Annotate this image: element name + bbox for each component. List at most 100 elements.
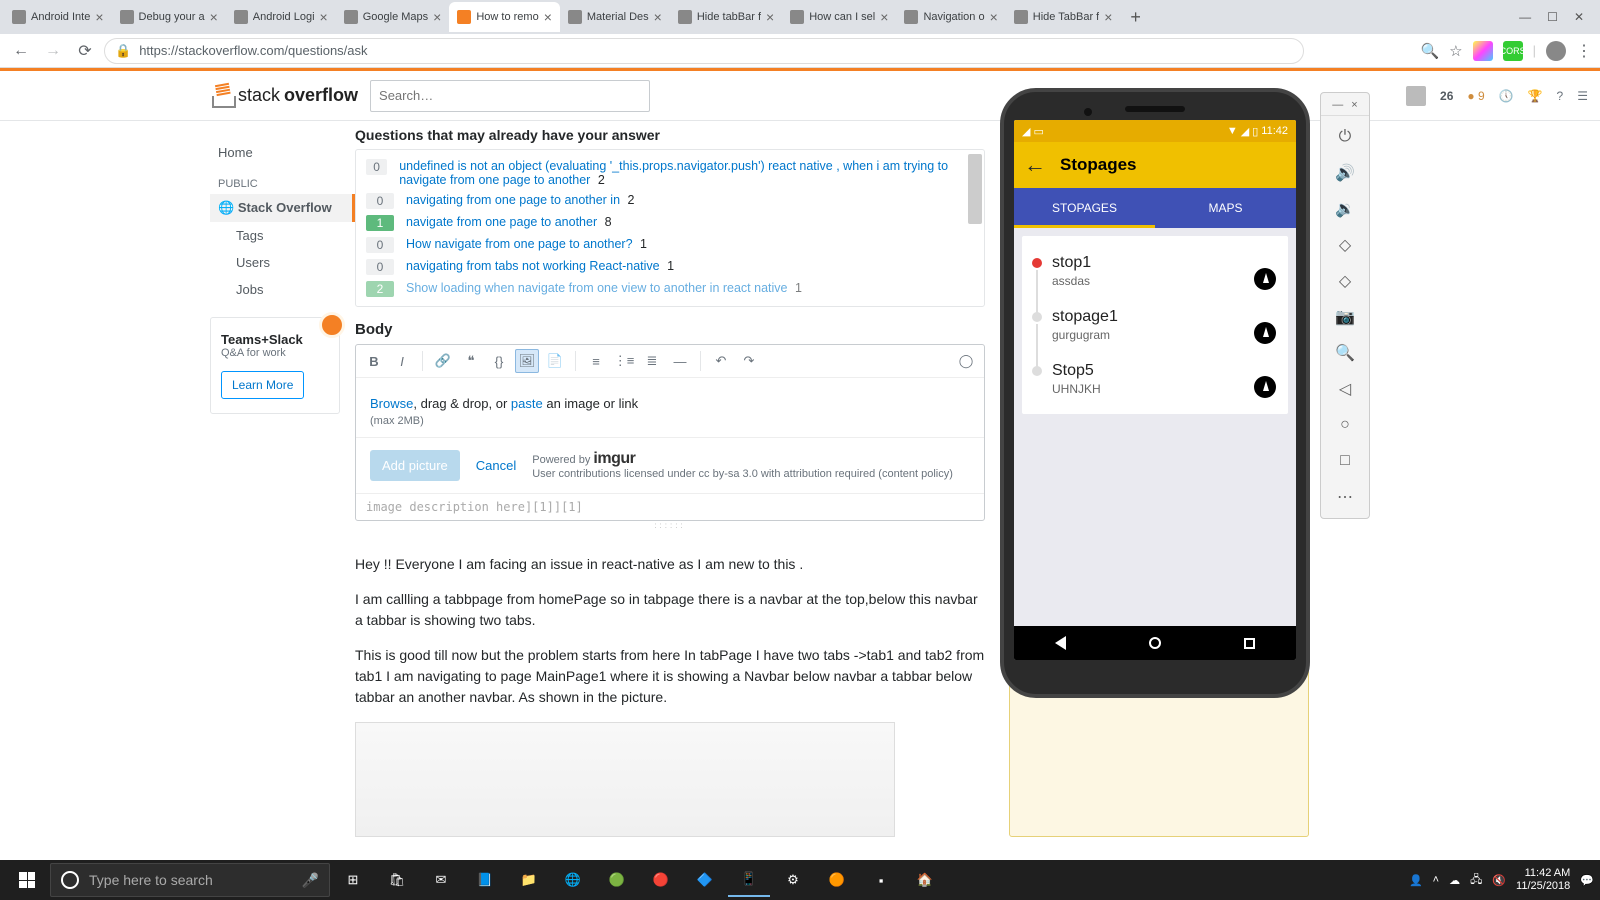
taskbar-app-terminal[interactable]: ▪ (860, 863, 902, 897)
camera-icon[interactable]: 📷 (1330, 302, 1360, 332)
taskbar-app-androidstudio[interactable]: 🟢 (596, 863, 638, 897)
suggestion-item[interactable]: 1navigate from one page to another 8 (356, 212, 984, 234)
suggestion-item[interactable]: 0undefined is not an object (evaluating … (356, 156, 984, 190)
suggestion-link[interactable]: navigating from tabs not working React-n… (406, 259, 660, 273)
taskbar-app-emulator[interactable]: 📱 (728, 863, 770, 897)
maximize-icon[interactable]: ☐ (1547, 10, 1558, 24)
compass-icon[interactable] (1254, 376, 1276, 398)
people-icon[interactable]: 👤 (1409, 874, 1423, 887)
suggestion-item[interactable]: 2Show loading when navigate from one vie… (356, 278, 984, 300)
taskbar-app-settings[interactable]: ⚙ (772, 863, 814, 897)
volume-up-icon[interactable]: 🔊 (1330, 158, 1360, 188)
browser-tab[interactable]: Material Des× (560, 2, 670, 32)
reload-button[interactable]: ⟳ (72, 38, 98, 64)
suggestion-item[interactable]: 0navigating from one page to another in … (356, 190, 984, 212)
compass-icon[interactable] (1254, 322, 1276, 344)
network-icon[interactable]: 🖧 (1470, 871, 1482, 890)
volume-down-icon[interactable]: 🔉 (1330, 194, 1360, 224)
browser-tab[interactable]: Google Maps× (336, 2, 450, 32)
stop-item[interactable]: Stop5 UHNJKH (1022, 352, 1288, 406)
notifications-icon[interactable]: 💬 (1580, 874, 1594, 887)
suggestion-link[interactable]: navigate from one page to another (406, 215, 597, 229)
back-arrow-icon[interactable]: ← (1024, 152, 1046, 178)
close-window-icon[interactable]: ✕ (1574, 10, 1584, 24)
taskbar-search[interactable]: Type here to search🎤 (50, 863, 330, 897)
close-icon[interactable]: × (654, 9, 662, 25)
close-icon[interactable]: × (544, 9, 552, 25)
taskbar-clock[interactable]: 11:42 AM 11/25/2018 (1516, 867, 1570, 893)
close-icon[interactable]: × (1104, 9, 1112, 25)
paste-link[interactable]: paste (511, 396, 543, 411)
android-emulator-window[interactable]: ◢▭ ▼◢▯11:42 ← Stopages STOPAGES MAPS sto… (1000, 88, 1310, 698)
italic-button[interactable]: I (390, 349, 414, 373)
suggestion-link[interactable]: navigating from one page to another in (406, 193, 620, 207)
task-view-icon[interactable]: ⊞ (332, 863, 374, 897)
nav-home[interactable]: Home (210, 139, 355, 166)
star-icon[interactable]: ☆ (1449, 42, 1462, 60)
quote-button[interactable]: ❝ (459, 349, 483, 373)
close-icon[interactable]: × (210, 9, 218, 25)
power-icon[interactable]: ⏻ (1330, 122, 1360, 152)
browse-link[interactable]: Browse (370, 396, 413, 411)
browser-tab[interactable]: Navigation o× (896, 2, 1005, 32)
nav-tags[interactable]: Tags (210, 222, 355, 249)
browser-tab[interactable]: Hide TabBar f× (1006, 2, 1121, 32)
taskbar-app-chrome[interactable]: 🔴 (640, 863, 682, 897)
nav-recents-icon[interactable] (1244, 638, 1255, 649)
tab-maps[interactable]: MAPS (1155, 188, 1296, 228)
taskbar-app-mail[interactable]: ✉ (420, 863, 462, 897)
back-button[interactable]: ← (8, 38, 34, 64)
achievements-icon[interactable]: 🏆 (1528, 89, 1543, 103)
close-icon[interactable]: × (433, 9, 441, 25)
suggestion-link[interactable]: How navigate from one page to another? (406, 237, 633, 251)
help-icon[interactable]: ? (1557, 89, 1564, 103)
scrollbar-thumb[interactable] (968, 154, 982, 224)
browser-tab-active[interactable]: How to remo× (449, 2, 560, 32)
olist-button[interactable]: ≡ (584, 349, 608, 373)
site-search-input[interactable] (370, 80, 650, 112)
taskbar-app[interactable]: 📘 (464, 863, 506, 897)
stop-item[interactable]: stop1 assdas (1022, 244, 1288, 298)
zoom-icon[interactable]: 🔍 (1420, 42, 1439, 60)
link-button[interactable]: 🔗 (431, 349, 455, 373)
rotate-right-icon[interactable]: ◇ (1330, 266, 1360, 296)
profile-avatar[interactable] (1546, 41, 1566, 61)
nav-back-icon[interactable] (1055, 636, 1066, 650)
close-icon[interactable]: × (320, 9, 328, 25)
hr-button[interactable]: — (668, 349, 692, 373)
zoom-icon[interactable]: 🔍 (1330, 338, 1360, 368)
extension-icon[interactable]: CORS (1503, 41, 1523, 61)
taskbar-app-vscode[interactable]: 🔷 (684, 863, 726, 897)
bold-button[interactable]: B (362, 349, 386, 373)
compass-icon[interactable] (1254, 268, 1276, 290)
cancel-link[interactable]: Cancel (476, 450, 516, 473)
user-avatar[interactable] (1406, 86, 1426, 106)
close-icon[interactable]: × (766, 9, 774, 25)
onedrive-icon[interactable]: ☁ (1449, 874, 1460, 887)
snippet-button[interactable]: 📄 (543, 349, 567, 373)
minimize-icon[interactable]: — (1519, 10, 1531, 24)
taskbar-app-explorer[interactable]: 📁 (508, 863, 550, 897)
extension-icon[interactable] (1473, 41, 1493, 61)
site-switcher-icon[interactable]: ☰ (1577, 89, 1588, 103)
menu-icon[interactable]: ⋮ (1576, 41, 1592, 61)
tab-stopages[interactable]: STOPAGES (1014, 188, 1155, 228)
rotate-left-icon[interactable]: ◇ (1330, 230, 1360, 260)
suggestion-link[interactable]: undefined is not an object (evaluating '… (399, 159, 948, 187)
close-icon[interactable]: × (95, 9, 103, 25)
mic-icon[interactable]: 🎤 (302, 872, 319, 889)
image-button[interactable]: 🖼 (515, 349, 539, 373)
suggestion-item[interactable]: 0How navigate from one page to another? … (356, 234, 984, 256)
taskbar-app-store[interactable]: 🛍 (376, 863, 418, 897)
nav-stackoverflow[interactable]: 🌐 Stack Overflow (210, 194, 355, 222)
new-tab-button[interactable]: + (1120, 7, 1151, 28)
address-bar[interactable]: 🔒 https://stackoverflow.com/questions/as… (104, 38, 1304, 64)
browser-tab[interactable]: How can I sel× (782, 2, 896, 32)
help-button[interactable]: ◯ (954, 349, 978, 373)
inbox-icon[interactable]: 🕔 (1499, 89, 1514, 103)
add-picture-button[interactable]: Add picture (370, 450, 460, 481)
heading-button[interactable]: ≣ (640, 349, 664, 373)
site-logo[interactable]: stackoverflow (212, 84, 358, 108)
browser-tab[interactable]: Android Logi× (226, 2, 336, 32)
close-icon[interactable]: × (990, 9, 998, 25)
